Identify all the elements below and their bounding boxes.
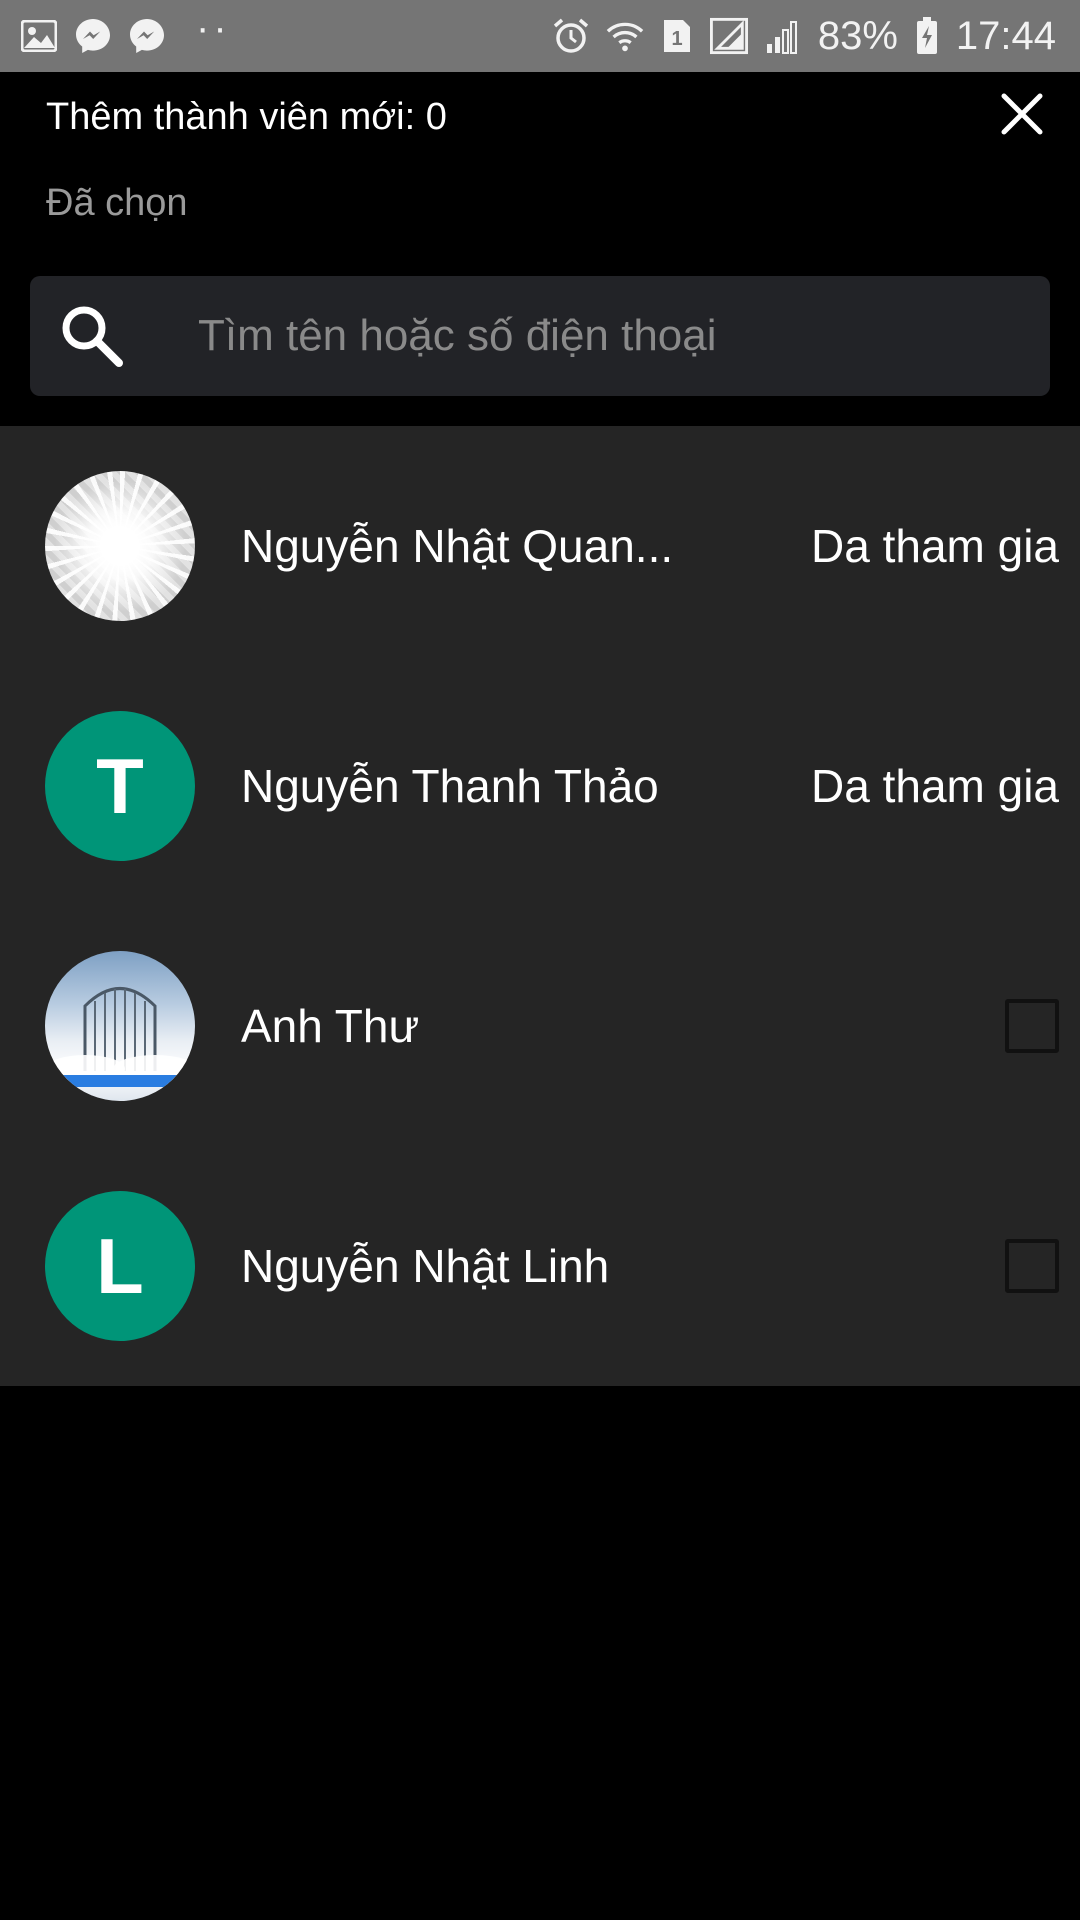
battery-percent: 83% (817, 13, 898, 58)
select-checkbox[interactable] (1005, 1239, 1059, 1293)
avatar: T (45, 711, 195, 861)
list-item[interactable]: L Nguyễn Nhật Linh (0, 1146, 1080, 1386)
member-list: Nguyễn Nhật Quan... Da tham gia T Nguyễn… (0, 426, 1080, 1386)
avatar (45, 471, 195, 621)
selected-label: Đã chọn (46, 182, 188, 224)
alarm-icon (552, 17, 590, 55)
page-title: Thêm thành viên mới: 0 (46, 96, 447, 138)
signal-icon (764, 17, 802, 55)
search-input[interactable] (198, 276, 1050, 396)
notification-icons: ·· (20, 8, 231, 56)
member-name: Nguyễn Thanh Thảo (241, 760, 659, 812)
avatar-initial: T (96, 741, 144, 830)
messenger-icon (128, 17, 166, 55)
messenger-icon (74, 17, 112, 55)
list-item[interactable]: Nguyễn Nhật Quan... Da tham gia (0, 426, 1080, 666)
search-bar[interactable] (30, 276, 1050, 396)
gallery-icon (20, 17, 58, 55)
battery-charging-icon (914, 17, 940, 55)
close-button[interactable] (990, 82, 1054, 146)
header: Thêm thành viên mới: 0 Đã chọn (0, 72, 1080, 426)
sim-icon: 1 (660, 17, 694, 55)
joined-status: Da tham gia (811, 760, 1060, 812)
avatar-initial: L (96, 1221, 144, 1310)
member-name: Nguyễn Nhật Linh (241, 1240, 610, 1292)
avatar: L (45, 1191, 195, 1341)
more-notifications-icon: ·· (196, 6, 231, 50)
signal-icon (709, 17, 748, 55)
avatar-banner (45, 1075, 195, 1087)
system-icons: 1 83% 17:44 (552, 14, 1056, 59)
clock: 17:44 (955, 13, 1056, 58)
avatar (45, 951, 195, 1101)
status-bar: ·· 1 83% 17:44 (0, 0, 1080, 72)
search-icon (46, 290, 138, 382)
joined-status: Da tham gia (811, 520, 1060, 572)
select-checkbox[interactable] (1005, 999, 1059, 1053)
member-name: Nguyễn Nhật Quan... (241, 520, 674, 572)
close-icon (1001, 93, 1043, 135)
sim-slot-number: 1 (671, 28, 682, 50)
list-item[interactable]: Anh Thư (0, 906, 1080, 1146)
member-name: Anh Thư (241, 1000, 420, 1052)
list-item[interactable]: T Nguyễn Thanh Thảo Da tham gia (0, 666, 1080, 906)
wifi-icon (606, 17, 644, 55)
